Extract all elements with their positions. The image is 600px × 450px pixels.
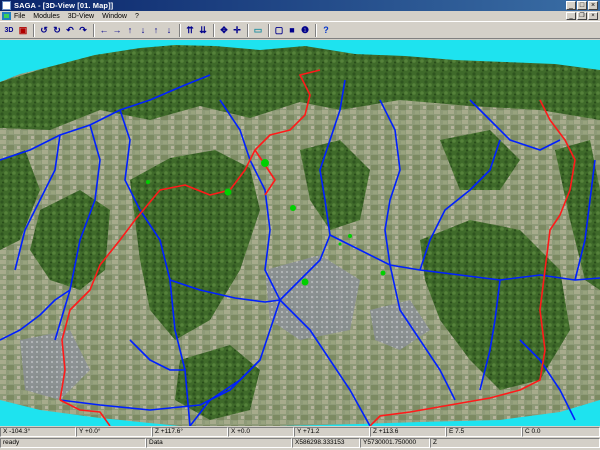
- fill-icon[interactable]: ■: [286, 24, 298, 37]
- status-data: Data: [146, 438, 292, 448]
- arrow-up-icon[interactable]: ↑: [124, 24, 136, 37]
- saga-app-icon: [2, 1, 11, 10]
- menu-help[interactable]: ?: [135, 13, 139, 20]
- rotate-left-icon[interactable]: ↺: [38, 24, 50, 37]
- menu-3d-view[interactable]: 3D-View: [68, 13, 94, 20]
- status-bar-main: ready Data X586298.333153 Y5730001.75000…: [0, 438, 600, 448]
- maximize-button[interactable]: □: [577, 1, 587, 10]
- status-coord-y: Y5730001.750000: [360, 438, 430, 448]
- menu-window[interactable]: Window: [102, 13, 127, 20]
- status-shift-y: Y +71.2: [294, 427, 370, 437]
- menu-bar: File Modules 3D-View Window ? _ ❐ ×: [0, 11, 600, 21]
- 3d-view-canvas[interactable]: [0, 40, 600, 426]
- exaggerate-down-icon[interactable]: ⇊: [197, 24, 209, 37]
- minimize-button[interactable]: _: [566, 1, 576, 10]
- terrain-render: [0, 45, 600, 426]
- window-title: SAGA - [3D-View [01. Map]]: [14, 1, 114, 10]
- status-rotation-z: Z +117.6°: [152, 427, 228, 437]
- toolbar-separator: [93, 23, 95, 37]
- toolbar: 3D ▣ ↺ ↻ ↶ ↷ ← → ↑ ↓ ↑ ↓ ⇈ ⇊ ✥ ✛ ▭ ▢ ■ ❶?: [0, 21, 600, 39]
- status-shift-x: X +0.0: [228, 427, 294, 437]
- arrow-right-icon[interactable]: →: [111, 24, 123, 37]
- mdi-minimize-button[interactable]: _: [566, 12, 576, 20]
- toolbar-separator: [33, 23, 35, 37]
- open-folder-icon[interactable]: ▭: [252, 24, 264, 37]
- arrow-down-2-icon[interactable]: ↓: [163, 24, 175, 37]
- rotate-right-icon[interactable]: ↻: [51, 24, 63, 37]
- move-icon[interactable]: ✥: [218, 24, 230, 37]
- status-coord-z: Z: [430, 438, 600, 448]
- window-controls: _ □ ×: [566, 1, 598, 10]
- status-rotation-y: Y +0.0°: [76, 427, 152, 437]
- mdi-restore-button[interactable]: ❐: [577, 12, 587, 20]
- 3d-view-icon[interactable]: 3D: [2, 24, 16, 37]
- status-coord-x: X586298.333153: [292, 438, 360, 448]
- help-icon[interactable]: ?: [320, 24, 332, 37]
- color-mode-icon[interactable]: ▣: [17, 24, 29, 37]
- status-central-projection: C 0.0: [522, 427, 600, 437]
- arrow-down-icon[interactable]: ↓: [137, 24, 149, 37]
- toolbar-separator: [247, 23, 249, 37]
- close-button[interactable]: ×: [588, 1, 598, 10]
- toolbar-separator: [179, 23, 181, 37]
- toolbar-separator: [213, 23, 215, 37]
- mdi-close-button[interactable]: ×: [588, 12, 598, 20]
- arrow-left-icon[interactable]: ←: [98, 24, 110, 37]
- status-message: ready: [0, 438, 146, 448]
- info-icon[interactable]: ❶: [299, 24, 311, 37]
- status-bar-view: X -104.3° Y +0.0° Z +117.6° X +0.0 Y +71…: [0, 427, 600, 437]
- title-bar[interactable]: SAGA - [3D-View [01. Map]] _ □ ×: [0, 0, 600, 11]
- toolbar-separator: [268, 23, 270, 37]
- mdi-controls: _ ❐ ×: [566, 12, 598, 20]
- status-shift-z: Z +113.6: [370, 427, 446, 437]
- frame-icon[interactable]: ▢: [273, 24, 285, 37]
- center-icon[interactable]: ✛: [231, 24, 243, 37]
- status-rotation-x: X -104.3°: [0, 427, 76, 437]
- menu-file[interactable]: File: [14, 13, 25, 20]
- tilt-down-icon[interactable]: ↷: [77, 24, 89, 37]
- 3d-view-window-icon[interactable]: [2, 12, 11, 20]
- status-exaggeration: E 7.5: [446, 427, 522, 437]
- menu-modules[interactable]: Modules: [33, 13, 59, 20]
- toolbar-separator: [315, 23, 317, 37]
- exaggerate-up-icon[interactable]: ⇈: [184, 24, 196, 37]
- tilt-up-icon[interactable]: ↶: [64, 24, 76, 37]
- arrow-up-2-icon[interactable]: ↑: [150, 24, 162, 37]
